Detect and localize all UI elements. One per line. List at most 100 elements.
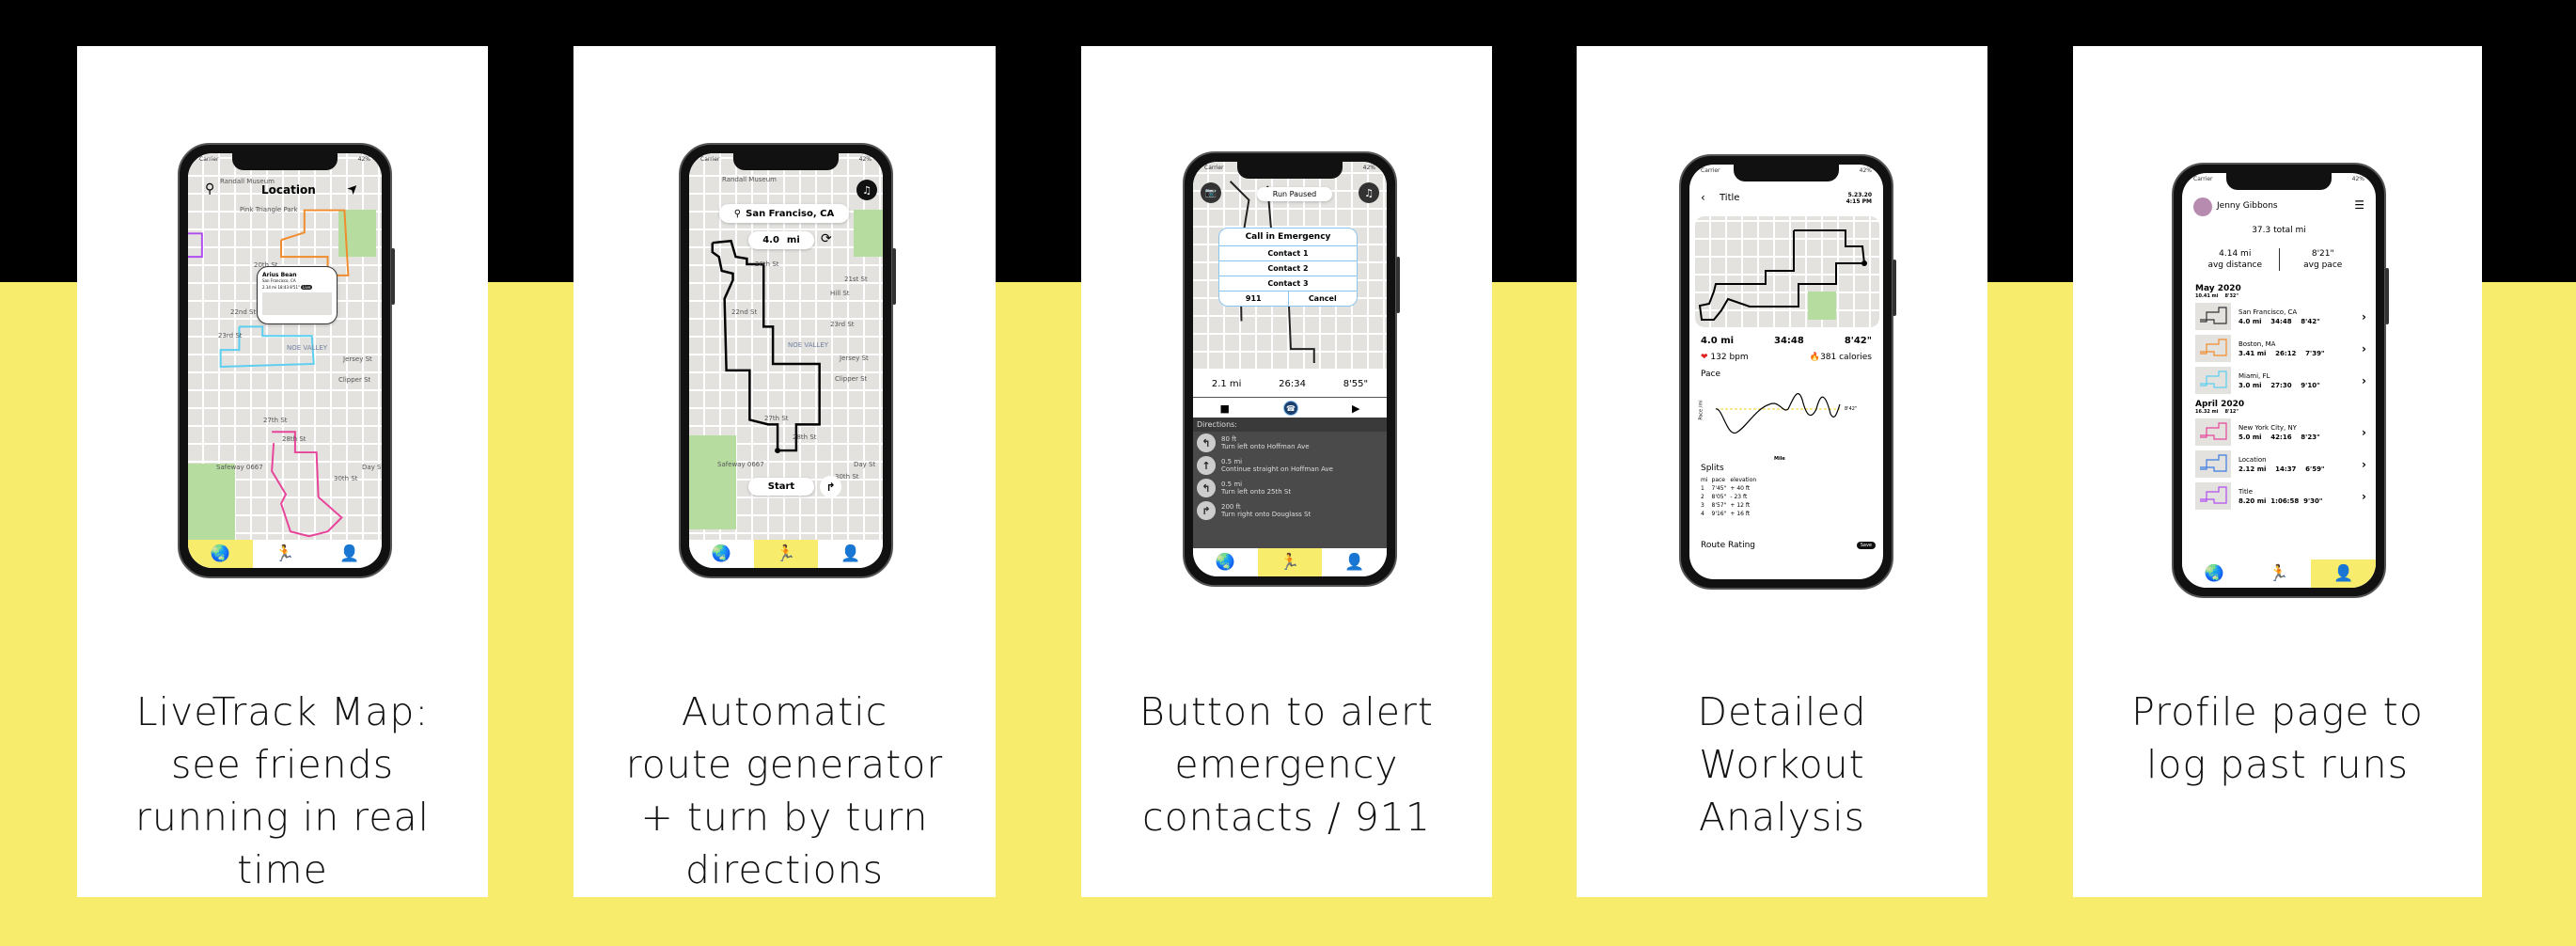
battery: 42% — [858, 156, 872, 163]
tab-bar: 🌏 🏃 👤 — [1193, 548, 1387, 576]
chevron-right-icon: › — [2362, 425, 2366, 439]
tab-run[interactable]: 🏃 — [253, 540, 318, 568]
workout-map[interactable] — [1695, 216, 1879, 327]
route-rating-title: Route Rating — [1701, 541, 1756, 550]
tab-profile[interactable]: 👤 — [317, 540, 382, 568]
caption-line: running in real — [135, 795, 430, 840]
emergency-call-button[interactable]: ☎ — [1282, 401, 1298, 416]
map-label: Safeway 0667 — [717, 461, 764, 468]
stat-distance: 4.0 mi — [1701, 336, 1735, 346]
run-paused-banner: Run Paused — [1257, 187, 1332, 201]
run-list-item[interactable]: Boston, MA 3.41 mi 26:12 7'39" › — [2195, 335, 2372, 362]
map-label: NOE VALLEY — [788, 341, 829, 349]
save-button[interactable]: Save — [1856, 542, 1876, 549]
carrier: Carrier — [1701, 167, 1720, 174]
contact-2-button[interactable]: Contact 2 — [1219, 260, 1357, 276]
map-pin-globe-icon: 🌏 — [210, 544, 230, 563]
menu-icon[interactable]: ☰ — [2354, 198, 2364, 212]
caption-line: emergency — [1174, 742, 1399, 787]
tab-map[interactable]: 🌏 — [689, 540, 754, 568]
run-place: New York City, NY — [2238, 423, 2297, 432]
runner-icon: 🏃 — [1280, 553, 1300, 572]
call-911-button[interactable]: 911 — [1219, 292, 1289, 306]
play-button[interactable]: ▶ — [1352, 402, 1359, 415]
run-stats: 2.1 mi 26:34 8'55" — [1193, 371, 1387, 398]
tab-map[interactable]: 🌏 — [2182, 560, 2247, 588]
tab-run[interactable]: 🏃 — [1257, 548, 1323, 576]
run-list-item[interactable]: New York City, NY 5.0 mi 42:16 8'23" › — [2195, 418, 2372, 446]
phone-emergency: Carrier 42% 📷 Run Paused ♫ Call in Emerge… — [1183, 151, 1400, 587]
avg-distance-label: avg distance — [2207, 260, 2263, 270]
tab-profile[interactable]: 👤 — [1322, 548, 1387, 576]
direction-instruction: Turn right onto Douglass St — [1221, 511, 1312, 518]
run-place: San Francisco, CA — [2238, 307, 2298, 316]
tab-map[interactable]: 🌏 — [1193, 548, 1258, 576]
cancel-button[interactable]: Cancel — [1289, 292, 1358, 306]
avatar[interactable] — [2193, 197, 2212, 216]
phone-workout-analysis: Carrier 42% ‹ Title 5.23.20 4:15 PM 4.0 mi… — [1679, 154, 1896, 590]
caption-line: directions — [684, 847, 885, 892]
tab-profile[interactable]: 👤 — [2311, 560, 2376, 588]
run-list-item[interactable]: Title 8.20 mi 1:06:58 9'30" › — [2195, 482, 2372, 510]
flame-icon: 🔥 — [1809, 353, 1821, 362]
caption-line: log past runs — [2146, 742, 2409, 787]
direction-item: ↰ 80 ft Turn left onto Hoffman Ave — [1193, 432, 1387, 454]
caption-line: see friends — [170, 742, 395, 787]
contact-3-button[interactable]: Contact 3 — [1219, 276, 1357, 291]
carrier: Carrier — [700, 156, 720, 163]
direction-distance: 80 ft — [1221, 435, 1237, 443]
map-label: 28th St — [793, 434, 817, 441]
carrier: Carrier — [1204, 165, 1224, 171]
music-button[interactable]: ♫ — [1359, 182, 1379, 203]
straight-arrow-icon: ↑ — [1197, 456, 1216, 475]
tab-profile[interactable]: 👤 — [818, 540, 883, 568]
caption-line: Detailed — [1697, 689, 1867, 734]
start-button[interactable]: Start — [748, 478, 814, 496]
route-thumbnail — [2195, 303, 2231, 330]
route-thumbnail — [2195, 482, 2231, 510]
runner-icon: 🏃 — [776, 544, 796, 563]
pace-x-label: Mile — [1774, 456, 1785, 462]
map-label: Day St — [854, 461, 876, 468]
camera-button[interactable]: 📷 — [1201, 182, 1221, 203]
tab-bar: 🌏 🏃 👤 — [2182, 560, 2376, 588]
map-label: Randall Museum — [722, 176, 777, 183]
contact-1-button[interactable]: Contact 1 — [1219, 245, 1357, 260]
music-button[interactable]: ♫ — [856, 180, 877, 200]
directions-button[interactable]: ↱ — [820, 476, 841, 497]
tab-run[interactable]: 🏃 — [2247, 560, 2312, 588]
split-row: 1 7'45" + 40 ft — [1701, 485, 1751, 492]
regenerate-icon[interactable]: ⟳ — [821, 231, 832, 246]
search-value: San Franciso, CA — [746, 208, 835, 219]
back-button[interactable]: ‹ — [1701, 191, 1705, 204]
tab-run[interactable]: 🏃 — [753, 540, 819, 568]
live-map[interactable]: Randall Museum Pink Triangle Park 20th S… — [188, 153, 382, 568]
map-label: 23rd St — [830, 321, 855, 328]
run-list-item[interactable]: San Francisco, CA 4.0 mi 34:48 8'42" › — [2195, 303, 2372, 330]
calories: 381 calories — [1820, 353, 1872, 362]
chevron-left-icon: ‹ — [1701, 191, 1705, 204]
friend-card[interactable]: Arius Bean San Francisco, CA 2.14 mi 18:… — [257, 266, 338, 324]
location-search-input[interactable]: ⚲ San Franciso, CA — [719, 204, 849, 223]
run-stats: 3.41 mi 26:12 7'39" — [2238, 349, 2325, 357]
heart-rate: 132 bpm — [1710, 353, 1749, 362]
run-list-item[interactable]: Miami, FL 3.0 mi 27:30 9'10" › — [2195, 367, 2372, 394]
stop-button[interactable]: ■ — [1220, 402, 1230, 415]
stat-time: 26:34 — [1279, 378, 1306, 389]
health-stats: ❤ 132 bpm 🔥381 calories — [1701, 353, 1872, 362]
directions-title: Directions: — [1193, 418, 1387, 432]
distance-input[interactable]: 4.0 mi — [748, 231, 814, 249]
map-label: Pink Triangle Park — [240, 206, 298, 213]
run-list-item[interactable]: Location 2.12 mi 14:37 6'59" › — [2195, 450, 2372, 478]
caption-line: LiveTrack Map: — [135, 689, 430, 734]
live-badge: Live — [301, 285, 313, 290]
profile-name: Jenny Gibbons — [2217, 201, 2278, 211]
tab-map[interactable]: 🌏 — [188, 540, 253, 568]
directions-panel: Directions: ↰ 80 ft Turn left onto Hoffman… — [1193, 418, 1387, 548]
splits-table: mi pace elevation 1 7'45" + 40 ft 2 8'05" - 23… — [1701, 476, 1760, 518]
search-icon[interactable]: ⚲ — [205, 181, 214, 197]
run-place: Boston, MA — [2238, 339, 2276, 348]
turn-right-icon: ↱ — [825, 480, 836, 494]
pace-line — [1715, 393, 1841, 434]
direction-item: ↰ 0.5 mi Turn left onto 25th St — [1193, 477, 1387, 499]
